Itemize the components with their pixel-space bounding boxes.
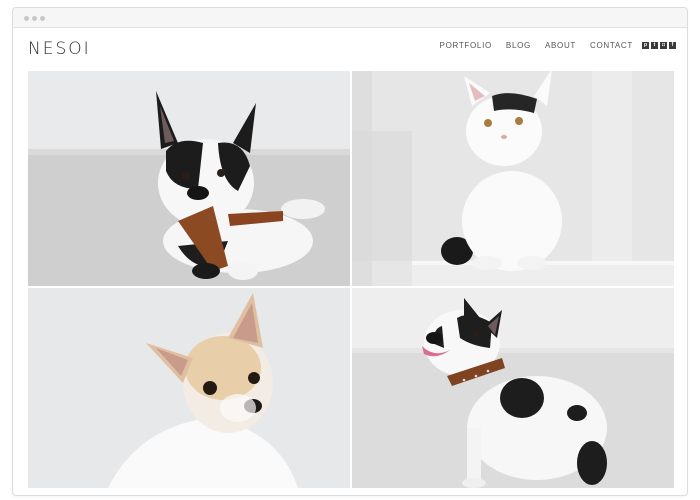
facebook-icon[interactable]: f: [669, 42, 676, 49]
nav-contact[interactable]: CONTACT: [590, 41, 633, 50]
nav-portfolio[interactable]: PORTFOLIO: [440, 41, 492, 50]
browser-window: NESOI PORTFOLIO BLOG ABOUT CONTACT p t ◘…: [12, 7, 688, 496]
nav-about[interactable]: ABOUT: [545, 41, 576, 50]
social-links: p t ◘ f: [640, 42, 676, 49]
site-header: NESOI PORTFOLIO BLOG ABOUT CONTACT p t ◘…: [13, 29, 687, 77]
site-logo[interactable]: NESOI: [28, 39, 91, 59]
gallery-photo-bulldog-chewing[interactable]: [28, 71, 350, 286]
browser-chrome: [13, 8, 687, 28]
window-dot-icon: [32, 16, 37, 21]
window-dot-icon: [24, 16, 29, 21]
gallery-photo-bulldog-sitting[interactable]: [352, 288, 674, 488]
nav-blog[interactable]: BLOG: [506, 41, 531, 50]
window-dot-icon: [40, 16, 45, 21]
gallery-photo-kitten[interactable]: [352, 71, 674, 286]
twitter-icon[interactable]: t: [651, 42, 658, 49]
photo-gallery: [28, 71, 674, 488]
main-nav: PORTFOLIO BLOG ABOUT CONTACT p t ◘ f: [426, 41, 676, 50]
pinterest-icon[interactable]: p: [642, 42, 649, 49]
gallery-photo-chihuahua[interactable]: [28, 288, 350, 488]
instagram-icon[interactable]: ◘: [660, 42, 667, 49]
